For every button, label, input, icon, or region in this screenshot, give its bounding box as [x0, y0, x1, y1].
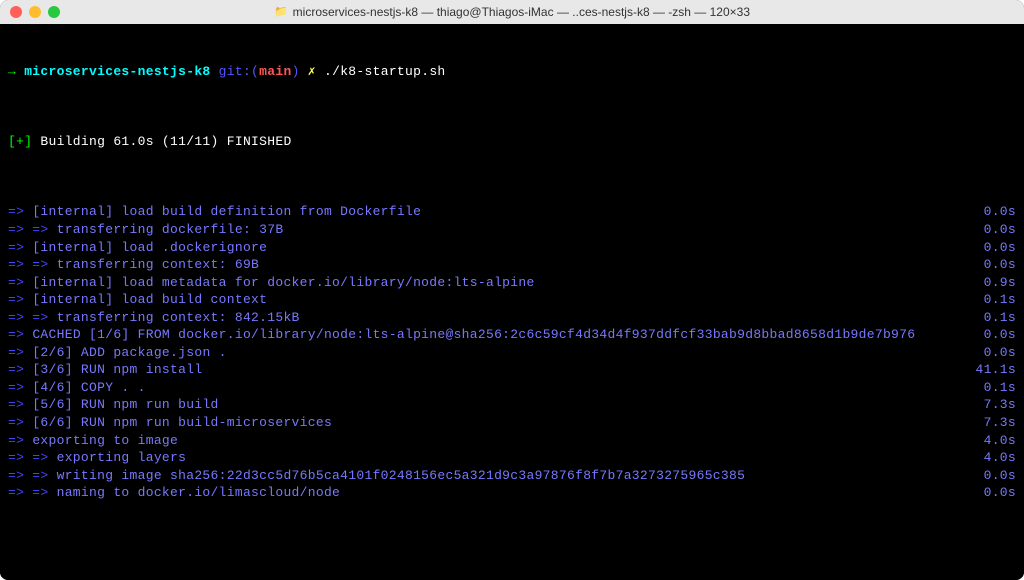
build-line: => [internal] load build context 0.1s [8, 291, 1016, 309]
step-text: transferring dockerfile: 37B [57, 222, 284, 237]
build-output: => [internal] load build definition from… [8, 203, 1016, 501]
build-header-text: Building 61.0s (11/11) FINISHED [40, 134, 291, 149]
build-line: => CACHED [1/6] FROM docker.io/library/n… [8, 326, 1016, 344]
build-line: => => transferring context: 842.15kB 0.1s [8, 309, 1016, 327]
step-time: 41.1s [955, 361, 1016, 379]
traffic-lights [10, 6, 60, 18]
git-suffix: ) [292, 64, 308, 79]
minimize-icon[interactable] [29, 6, 41, 18]
build-line: => => exporting layers 4.0s [8, 449, 1016, 467]
plus-icon: [+] [8, 134, 40, 149]
blank-line [8, 554, 1016, 572]
step-arrow-icon: => => [8, 257, 57, 272]
step-arrow-icon: => => [8, 485, 57, 500]
step-time: 7.3s [964, 396, 1016, 414]
step-text: [3/6] RUN npm install [32, 362, 202, 377]
build-header: [+] Building 61.0s (11/11) FINISHED [8, 133, 1016, 151]
step-time: 0.1s [964, 291, 1016, 309]
step-arrow-icon: => => [8, 310, 57, 325]
step-time: 7.3s [964, 414, 1016, 432]
build-line: => => naming to docker.io/limascloud/nod… [8, 484, 1016, 502]
step-arrow-icon: => => [8, 468, 57, 483]
build-line: => [5/6] RUN npm run build 7.3s [8, 396, 1016, 414]
step-time: 0.0s [964, 326, 1016, 344]
step-text: transferring context: 69B [57, 257, 260, 272]
window-title: 📁 microservices-nestjs-k8 — thiago@Thiag… [274, 4, 750, 20]
step-arrow-icon: => [8, 292, 32, 307]
step-time: 4.0s [964, 432, 1016, 450]
titlebar[interactable]: 📁 microservices-nestjs-k8 — thiago@Thiag… [0, 0, 1024, 24]
git-branch: main [259, 64, 291, 79]
step-time: 0.0s [964, 256, 1016, 274]
build-line: => [internal] load metadata for docker.i… [8, 274, 1016, 292]
step-text: [internal] load build context [32, 292, 267, 307]
step-arrow-icon: => => [8, 222, 57, 237]
build-line: => exporting to image 4.0s [8, 432, 1016, 450]
step-time: 0.0s [964, 203, 1016, 221]
step-text: exporting layers [57, 450, 187, 465]
step-arrow-icon: => [8, 415, 32, 430]
step-text: [2/6] ADD package.json . [32, 345, 226, 360]
step-text: [4/6] COPY . . [32, 380, 145, 395]
step-text: [internal] load .dockerignore [32, 240, 267, 255]
step-text: naming to docker.io/limascloud/node [57, 485, 341, 500]
command-text: ./k8-startup.sh [316, 64, 446, 79]
build-line: => => transferring context: 69B 0.0s [8, 256, 1016, 274]
title-label: microservices-nestjs-k8 — thiago@Thiagos… [293, 4, 750, 20]
dirty-marker: ✗ [308, 64, 316, 79]
step-text: [5/6] RUN npm run build [32, 397, 218, 412]
prompt-arrow-icon: → [8, 64, 24, 79]
build-line: => [2/6] ADD package.json . 0.0s [8, 344, 1016, 362]
step-arrow-icon: => [8, 204, 32, 219]
terminal-window: 📁 microservices-nestjs-k8 — thiago@Thiag… [0, 0, 1024, 580]
close-icon[interactable] [10, 6, 22, 18]
step-text: [internal] load build definition from Do… [32, 204, 421, 219]
step-text: transferring context: 842.15kB [57, 310, 300, 325]
step-time: 4.0s [964, 449, 1016, 467]
step-text: writing image sha256:22d3cc5d76b5ca4101f… [57, 468, 746, 483]
step-time: 0.1s [964, 379, 1016, 397]
step-arrow-icon: => [8, 345, 32, 360]
step-time: 0.0s [964, 484, 1016, 502]
git-prefix: git:( [211, 64, 260, 79]
step-arrow-icon: => [8, 380, 32, 395]
build-line: => [internal] load .dockerignore 0.0s [8, 239, 1016, 257]
step-text: exporting to image [32, 433, 178, 448]
step-time: 0.9s [964, 274, 1016, 292]
step-time: 0.0s [964, 221, 1016, 239]
build-line: => [internal] load build definition from… [8, 203, 1016, 221]
step-time: 0.0s [964, 239, 1016, 257]
step-arrow-icon: => [8, 397, 32, 412]
step-time: 0.0s [964, 344, 1016, 362]
step-time: 0.0s [964, 467, 1016, 485]
step-arrow-icon: => [8, 275, 32, 290]
build-line: => => writing image sha256:22d3cc5d76b5c… [8, 467, 1016, 485]
build-line: => => transferring dockerfile: 37B 0.0s [8, 221, 1016, 239]
terminal-body[interactable]: → microservices-nestjs-k8 git:(main) ✗ .… [0, 24, 1024, 580]
prompt-path: microservices-nestjs-k8 [24, 64, 210, 79]
folder-icon: 📁 [274, 5, 288, 20]
step-arrow-icon: => [8, 362, 32, 377]
build-line: => [3/6] RUN npm install 41.1s [8, 361, 1016, 379]
step-text: [6/6] RUN npm run build-microservices [32, 415, 332, 430]
prompt-line-1: → microservices-nestjs-k8 git:(main) ✗ .… [8, 63, 1016, 81]
step-arrow-icon: => => [8, 450, 57, 465]
step-arrow-icon: => [8, 433, 32, 448]
step-arrow-icon: => [8, 240, 32, 255]
step-time: 0.1s [964, 309, 1016, 327]
maximize-icon[interactable] [48, 6, 60, 18]
step-arrow-icon: => [8, 327, 32, 342]
step-text: CACHED [1/6] FROM docker.io/library/node… [32, 327, 915, 342]
build-line: => [6/6] RUN npm run build-microservices… [8, 414, 1016, 432]
build-line: => [4/6] COPY . . 0.1s [8, 379, 1016, 397]
step-text: [internal] load metadata for docker.io/l… [32, 275, 534, 290]
